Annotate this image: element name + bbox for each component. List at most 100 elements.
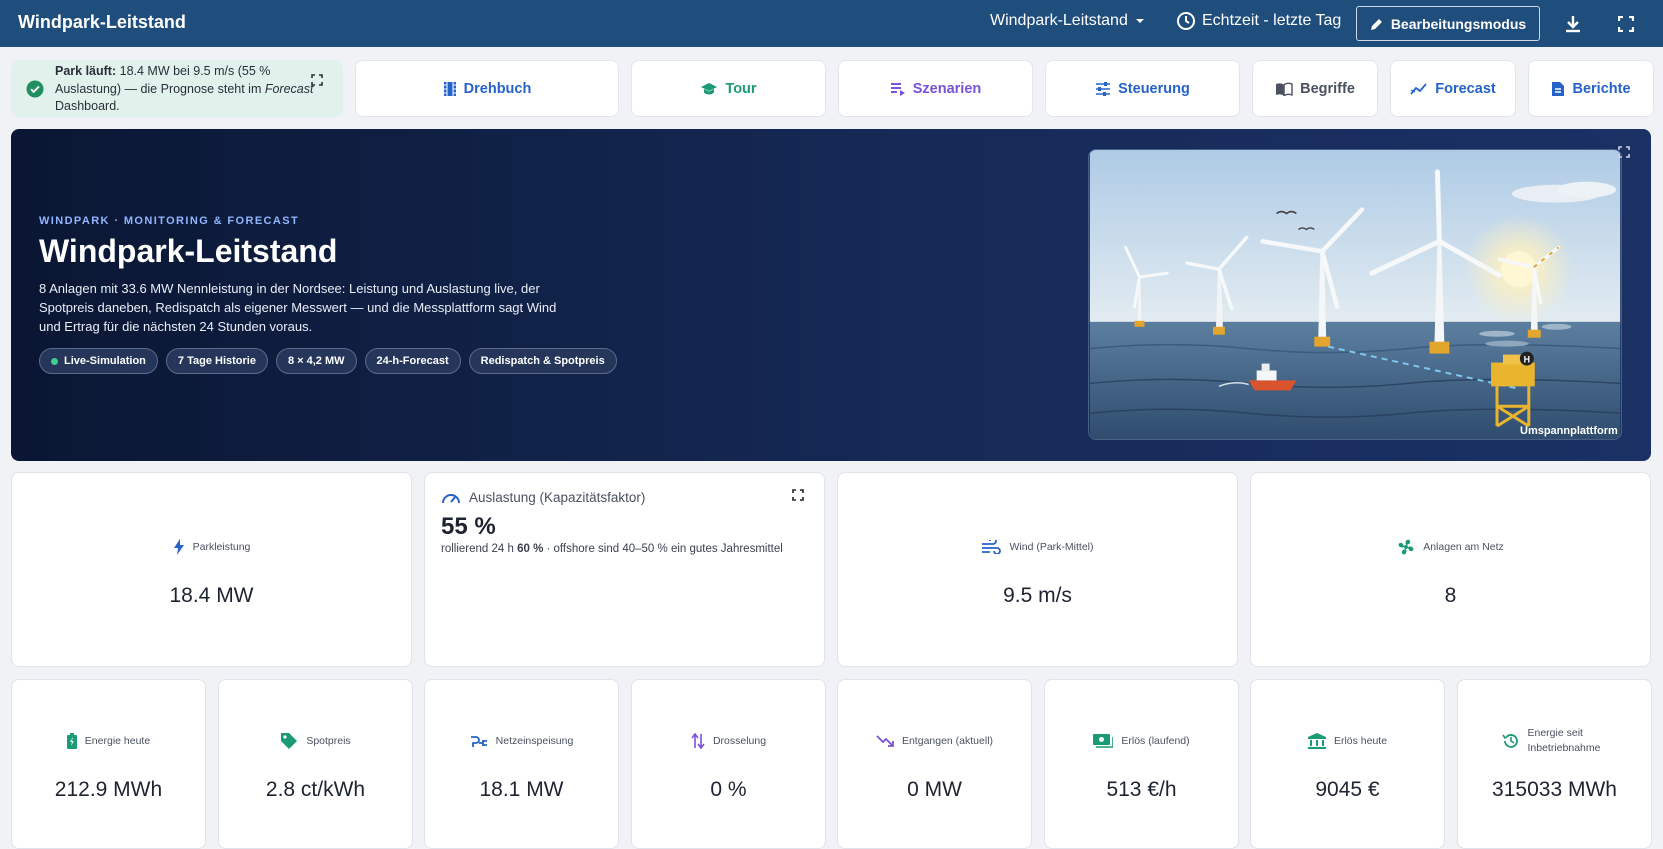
kpi-park-power: Parkleistung 18.4 MW xyxy=(11,472,412,667)
kpi-turbines-online: Anlagen am Netz 8 xyxy=(1250,472,1651,667)
edit-mode-label: Bearbeitungsmodus xyxy=(1390,15,1527,32)
kpi-label: Energie heute xyxy=(84,735,151,747)
time-range-picker[interactable]: Echtzeit - letzte Tag xyxy=(1176,11,1341,31)
nav-steuerung-label: Steuerung xyxy=(1118,80,1190,97)
kpi-head: Netzeinspeisung xyxy=(470,726,574,756)
nav-berichte-label: Berichte xyxy=(1572,80,1631,97)
nav-drehbuch-button[interactable]: Drehbuch xyxy=(355,60,619,117)
kpi-label: Anlagen am Netz xyxy=(1423,540,1504,553)
kpi-revenue-today: Erlös heute 9045 € xyxy=(1250,679,1445,849)
book-icon xyxy=(1276,82,1293,96)
dashboard-select[interactable]: Windpark-Leitstand xyxy=(990,12,1146,30)
chip-label: Redispatch & Spotpreis xyxy=(480,355,605,367)
kpi-value: 8 xyxy=(1444,583,1457,607)
kpi-value: 513 €/h xyxy=(1106,778,1177,801)
hero-description: 8 Anlagen mit 33.6 MW Nennleistung in de… xyxy=(39,281,557,334)
kpi-value: 212.9 MWh xyxy=(54,778,163,801)
status-notice: Park läuft: 18.4 MW bei 9.5 m/s (55 % Au… xyxy=(11,60,343,117)
chip-label: Live-Simulation xyxy=(64,355,146,367)
kpi-revenue-running: Erlös (laufend) 513 €/h xyxy=(1044,679,1239,849)
sliders-icon xyxy=(1096,81,1111,96)
trend-down-icon xyxy=(876,735,894,747)
graduation-cap-icon xyxy=(701,82,718,94)
chip-live-simulation: Live-Simulation xyxy=(39,348,158,374)
kpi-value: 18.1 MW xyxy=(479,778,564,801)
chip-redispatch: Redispatch & Spotpreis xyxy=(468,348,617,374)
kpi-head: Drosselung xyxy=(691,726,766,756)
nav-szenarien-label: Szenarien xyxy=(912,80,982,97)
nav-forecast-label: Forecast xyxy=(1435,80,1496,97)
chip-forecast: 24-h-Forecast xyxy=(364,348,461,374)
time-range-label: Echtzeit - letzte Tag xyxy=(1202,12,1342,29)
download-icon[interactable] xyxy=(1561,12,1585,36)
tag-icon xyxy=(281,733,298,749)
kpi-head: Energie seit Inbetriebnahme xyxy=(1501,726,1608,756)
hero-expand-icon[interactable] xyxy=(1618,146,1630,158)
live-dot-icon xyxy=(51,357,58,365)
kpi-head: Entgangen (aktuell) xyxy=(876,726,993,756)
nav-tour-button[interactable]: Tour xyxy=(631,60,826,117)
film-icon xyxy=(443,81,456,96)
nav-drehbuch-label: Drehbuch xyxy=(463,80,532,97)
nav-begriffe-button[interactable]: Begriffe xyxy=(1252,60,1378,117)
report-icon xyxy=(1552,81,1565,96)
kpi-energy-lifetime: Energie seit Inbetriebnahme 315033 MWh xyxy=(1457,679,1652,849)
chip-history: 7 Tage Historie xyxy=(165,348,268,374)
plug-icon xyxy=(470,736,487,747)
pencil-icon xyxy=(1370,18,1382,30)
kpi-label: Erlös heute xyxy=(1333,735,1388,747)
expand-icon[interactable] xyxy=(792,489,804,501)
chevron-down-icon xyxy=(1135,19,1144,23)
chip-label: 7 Tage Historie xyxy=(177,355,256,367)
expand-icon[interactable] xyxy=(311,74,323,86)
notice-forecast-link[interactable]: Forecast xyxy=(265,82,314,96)
kpi-head: Parkleistung xyxy=(173,532,250,562)
chip-label: 8 × 4,2 MW xyxy=(287,355,345,367)
kpi-spot-price: Spotpreis 2.8 ct/kWh xyxy=(218,679,413,849)
hero-chips: Live-Simulation 7 Tage Historie 8 × 4,2 … xyxy=(39,348,617,374)
nav-begriffe-label: Begriffe xyxy=(1300,80,1355,97)
kpi-value: 2.8 ct/kWh xyxy=(265,778,366,801)
kpi-value: 18.4 MW xyxy=(169,583,254,607)
nav-szenarien-button[interactable]: Szenarien xyxy=(838,60,1033,117)
kpi-utilization: Auslastung (Kapazitätsfaktor) 55 % rolli… xyxy=(424,472,825,667)
bolt-icon xyxy=(173,538,184,555)
scene-label: Umspannplattform xyxy=(1520,425,1618,437)
subtext-rolling-value: 60 % xyxy=(517,543,544,555)
battery-icon xyxy=(66,733,77,749)
fullscreen-icon[interactable] xyxy=(1614,12,1638,36)
kpi-label: Drosselung xyxy=(712,735,767,747)
helipad-badge: H xyxy=(1524,355,1530,365)
kpi-head: Erlös heute xyxy=(1307,726,1388,756)
top-bar: Windpark-Leitstand Windpark-Leitstand Ec… xyxy=(0,0,1663,47)
edit-mode-button[interactable]: Bearbeitungsmodus xyxy=(1356,6,1540,41)
kpi-label: Erlös (laufend) xyxy=(1121,735,1190,747)
kpi-energy-today: Energie heute 212.9 MWh xyxy=(11,679,206,849)
nav-forecast-button[interactable]: Forecast xyxy=(1390,60,1516,117)
kpi-wind: Wind (Park-Mittel) 9.5 m/s xyxy=(837,472,1238,667)
wind-icon xyxy=(982,539,1002,554)
check-circle-icon xyxy=(26,80,44,98)
notice-bold: Park läuft: xyxy=(55,64,117,78)
kpi-value: 9045 € xyxy=(1315,778,1380,801)
kpi-label: Netzeinspeisung xyxy=(495,735,574,747)
fan-icon xyxy=(1398,539,1414,554)
kpi-head: Energie heute xyxy=(66,726,151,756)
kpi-label: Entgangen (aktuell) xyxy=(901,735,994,747)
dashboard-select-label: Windpark-Leitstand xyxy=(990,12,1128,29)
kpi-subtext: rollierend 24 h 60 % · offshore sind 40–… xyxy=(441,543,783,555)
clock-icon xyxy=(1177,12,1195,30)
app-title: Windpark-Leitstand xyxy=(18,12,186,32)
kpi-head: Wind (Park-Mittel) xyxy=(981,532,1094,562)
cash-icon xyxy=(1093,734,1114,748)
trend-icon xyxy=(1410,82,1427,95)
hero-kicker: WINDPARK · MONITORING & FORECAST xyxy=(39,215,300,227)
notice-text-end: Dashboard. xyxy=(55,99,120,113)
kpi-head: Auslastung (Kapazitätsfaktor) xyxy=(441,489,645,505)
nav-steuerung-button[interactable]: Steuerung xyxy=(1045,60,1240,117)
kpi-label: Energie seit Inbetriebnahme xyxy=(1527,727,1601,754)
kpi-value: 315033 MWh xyxy=(1492,778,1617,801)
nav-berichte-button[interactable]: Berichte xyxy=(1528,60,1654,117)
kpi-value: 0 % xyxy=(710,778,747,801)
chip-capacity: 8 × 4,2 MW xyxy=(275,348,357,374)
